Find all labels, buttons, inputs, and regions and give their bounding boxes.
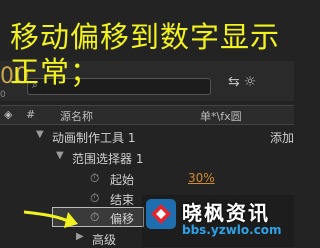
tutorial-caption: 移动偏移到数字显示正常； <box>10 20 281 89</box>
add-button[interactable]: 添加 <box>270 129 294 146</box>
expand-triangle-icon[interactable]: ▼ <box>56 150 64 161</box>
layer-panel-header: ◈ # 源名称 单*\fx圆 <box>0 105 294 125</box>
collapse-triangle-icon[interactable]: ▶ <box>76 231 84 242</box>
expand-triangle-icon[interactable]: ▼ <box>36 129 44 140</box>
stopwatch-icon[interactable]: ⏱ <box>90 210 99 225</box>
watermark: 晓枫资讯 bbs.yzwlo.com <box>142 195 294 247</box>
stopwatch-icon[interactable]: ⏱ <box>90 191 99 206</box>
watermark-logo-icon <box>146 199 176 229</box>
column-source-name[interactable]: 源名称 <box>60 108 93 124</box>
row-label: 结束 <box>110 193 135 207</box>
row-label: 起始 <box>110 173 135 187</box>
watermark-title: 晓枫资讯 <box>182 201 270 225</box>
stopwatch-icon[interactable]: ⏱ <box>90 171 99 186</box>
watermark-url: bbs.yzwlo.com <box>182 223 282 237</box>
column-number[interactable]: # <box>26 108 35 121</box>
start-value[interactable]: 30% <box>188 171 215 185</box>
row-label: 范围选择器 1 <box>72 152 144 166</box>
layer-row-range-selector[interactable]: ▼ 范围选择器 1 <box>0 147 294 167</box>
row-label: 偏移 <box>110 212 135 226</box>
timecode-sub: 0 <box>0 90 6 100</box>
property-row-start[interactable]: ⏱ 起始 30% <box>0 168 294 188</box>
layer-row-animator[interactable]: ▼ 动画制作工具 1 添加 <box>0 126 294 146</box>
column-switches[interactable]: 单*\fx圆 <box>200 108 242 124</box>
row-label: 高级 <box>92 233 117 247</box>
label-icon[interactable]: ◈ <box>4 108 12 121</box>
row-label: 动画制作工具 1 <box>52 131 136 145</box>
